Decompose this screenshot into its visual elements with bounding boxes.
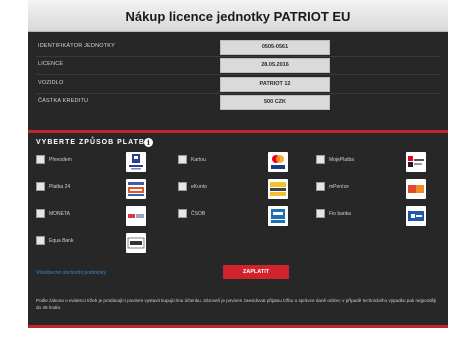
detail-row-vehicle: VOZIDLO PATRIOT 12 [36, 77, 440, 92]
mpenize-logo-icon [406, 179, 426, 199]
payment-method-label: MojePlatba [329, 157, 355, 163]
payment-method-label: Fio banka [329, 211, 351, 217]
moneta-logo-icon [126, 206, 146, 226]
detail-label: VOZIDLO [38, 80, 64, 86]
payment-method-moneta[interactable]: MONETA [36, 206, 166, 228]
komercni-banka-logo-icon [406, 152, 426, 172]
license-panel: IDENTIFIKÁTOR JEDNOTKY 0505-0561 LICENCE… [28, 32, 448, 328]
detail-value: 28.05.2016 [220, 58, 330, 73]
legal-note: Podle zákona o evidenci tržeb je prodáva… [36, 298, 437, 310]
pay-button[interactable]: ZAPLATIT [223, 265, 289, 279]
payment-section-title: VYBERTE ZPŮSOB PLATBY [36, 139, 151, 146]
detail-value: 0505-0561 [220, 40, 330, 55]
payment-method-label: Převodem [49, 157, 72, 163]
section-divider [28, 130, 448, 133]
detail-row-unit-id: IDENTIFIKÁTOR JEDNOTKY 0505-0561 [36, 40, 440, 55]
divider [36, 74, 440, 75]
payment-method-prevodem[interactable]: Převodem [36, 152, 166, 174]
payment-method-label: ČSOB [191, 211, 206, 217]
payment-checkbox[interactable] [36, 236, 45, 245]
csob-platba-logo-icon [126, 179, 146, 199]
payment-method-label: Platba 24 [49, 184, 71, 190]
payment-method-fio[interactable]: Fio banka [316, 206, 446, 228]
detail-row-credit: ČÁSTKA KREDITU 500 CZK [36, 95, 440, 110]
payment-method-kartou[interactable]: Kartou [178, 152, 308, 174]
payment-method-platba24[interactable]: Platba 24 [36, 179, 166, 201]
csob-logo-icon [268, 206, 288, 226]
payment-checkbox[interactable] [178, 182, 187, 191]
payment-method-label: eKonto [191, 184, 207, 190]
equa-logo-icon [126, 233, 146, 253]
detail-label: IDENTIFIKÁTOR JEDNOTKY [38, 43, 116, 49]
mastercard-visa-logo-icon [268, 152, 288, 172]
payment-method-mpenize[interactable]: mPeníze [316, 179, 446, 201]
payment-method-label: MONETA [49, 211, 71, 217]
detail-label: LICENCE [38, 61, 64, 67]
detail-label: ČÁSTKA KREDITU [38, 98, 89, 104]
payment-method-label: mPeníze [329, 184, 349, 190]
divider [36, 56, 440, 57]
payment-checkbox[interactable] [316, 182, 325, 191]
detail-row-license: LICENCE 28.05.2016 [36, 58, 440, 73]
payment-method-csob[interactable]: ČSOB [178, 206, 308, 228]
info-icon[interactable]: i [144, 138, 153, 147]
payment-method-label: Kartou [191, 157, 206, 163]
payment-checkbox[interactable] [178, 209, 187, 218]
raiffeisen-logo-icon [126, 152, 146, 172]
payment-method-mojeplatba[interactable]: MojePlatba [316, 152, 446, 174]
payment-method-ekonto[interactable]: eKonto [178, 179, 308, 201]
payment-checkbox[interactable] [36, 155, 45, 164]
payment-checkbox[interactable] [36, 209, 45, 218]
terms-link[interactable]: Všeobecné obchodní podmínky [36, 270, 106, 276]
payment-method-label: Equa Bank [49, 238, 74, 244]
page-title: Nákup licence jednotky PATRIOT EU [125, 9, 351, 24]
payment-checkbox[interactable] [178, 155, 187, 164]
divider [36, 93, 440, 94]
page-header: Nákup licence jednotky PATRIOT EU [28, 0, 448, 32]
payment-checkbox[interactable] [316, 209, 325, 218]
detail-value: 500 CZK [220, 95, 330, 110]
fio-logo-icon [406, 206, 426, 226]
ekonto-logo-icon [268, 179, 288, 199]
payment-checkbox[interactable] [36, 182, 45, 191]
payment-method-equa[interactable]: Equa Bank [36, 233, 166, 255]
payment-checkbox[interactable] [316, 155, 325, 164]
detail-value: PATRIOT 12 [220, 77, 330, 92]
